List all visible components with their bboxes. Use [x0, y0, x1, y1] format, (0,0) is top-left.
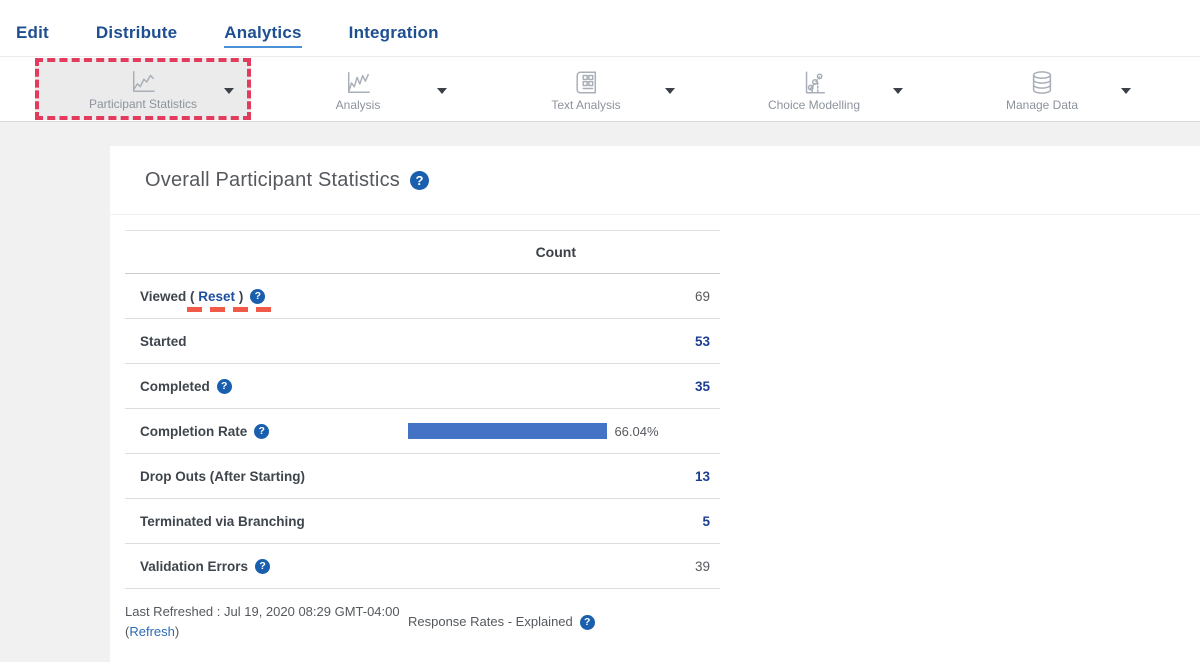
card-header: Overall Participant Statistics ? [110, 146, 1200, 215]
row-value: 13 [695, 469, 710, 484]
table-row: Validation Errors? 39 [125, 544, 720, 589]
help-icon[interactable]: ? [250, 289, 265, 304]
row-label: Drop Outs (After Starting) [140, 469, 305, 484]
toolbar-item-manage-data[interactable]: Manage Data [937, 60, 1147, 119]
table-row: Completion Rate? 66.04% [125, 409, 720, 454]
toolbar-item-label: Participant Statistics [89, 97, 197, 111]
row-label: Completion Rate? [140, 424, 269, 439]
response-rates-explained: Response Rates - Explained ? [408, 602, 595, 642]
document-grid-icon [573, 68, 599, 96]
chevron-down-icon[interactable] [224, 88, 234, 94]
toolbar-item-analysis[interactable]: Analysis [253, 60, 463, 119]
completion-rate-value: 66.04% [614, 424, 658, 439]
help-icon[interactable]: ? [217, 379, 232, 394]
table-row: Viewed ( Reset )? 69 [125, 274, 720, 319]
nav-item-distribute[interactable]: Distribute [96, 23, 177, 48]
toolbar-item-label: Choice Modelling [768, 98, 860, 112]
row-label: Started [140, 334, 187, 349]
toolbar-item-choice-modelling[interactable]: Choice Modelling [709, 60, 919, 119]
reset-link[interactable]: Reset [198, 289, 235, 304]
toolbar-item-label: Analysis [336, 98, 381, 112]
row-label: Completed? [140, 379, 232, 394]
analytics-toolbar: Participant Statistics Analysis Text An [0, 56, 1200, 122]
stats-table: Count Viewed ( Reset )? 69 Started 53 Comple… [125, 230, 720, 642]
help-icon[interactable]: ? [410, 171, 429, 190]
refresh-link[interactable]: Refresh [129, 624, 175, 639]
page-background: Overall Participant Statistics ? Count V… [0, 122, 1200, 662]
count-column-header: Count [536, 244, 576, 260]
completion-rate-bar-fill [408, 423, 607, 439]
table-header-row: Count [125, 230, 720, 274]
response-rates-label: Response Rates - Explained [408, 612, 573, 632]
chevron-down-icon[interactable] [1121, 88, 1131, 94]
top-nav: Edit Distribute Analytics Integration [0, 0, 1200, 56]
stats-table-body: Viewed ( Reset )? 69 Started 53 Completed? 35… [125, 274, 720, 589]
nav-item-analytics[interactable]: Analytics [224, 23, 301, 48]
toolbar-item-participant-statistics[interactable]: Participant Statistics [35, 58, 251, 120]
nav-item-integration[interactable]: Integration [349, 23, 439, 48]
row-value: 39 [695, 559, 710, 574]
completion-rate-bar: 66.04% [408, 423, 659, 439]
toolbar-item-text-analysis[interactable]: Text Analysis [481, 60, 691, 119]
table-row: Drop Outs (After Starting) 13 [125, 454, 720, 499]
help-icon[interactable]: ? [255, 559, 270, 574]
chevron-down-icon[interactable] [893, 88, 903, 94]
row-value: 69 [695, 289, 710, 304]
row-label: Terminated via Branching [140, 514, 305, 529]
row-label: Viewed ( Reset )? [140, 289, 265, 304]
table-row: Started 53 [125, 319, 720, 364]
page-title: Overall Participant Statistics [145, 169, 400, 192]
toolbar-item-label: Text Analysis [551, 98, 620, 112]
help-icon[interactable]: ? [254, 424, 269, 439]
database-icon [1028, 68, 1056, 96]
line-chart-icon [128, 67, 158, 95]
table-footer: Last Refreshed : Jul 19, 2020 08:29 GMT-… [125, 589, 720, 642]
table-row: Terminated via Branching 5 [125, 499, 720, 544]
row-value: 35 [695, 379, 710, 394]
toolbar-item-label: Manage Data [1006, 98, 1078, 112]
table-row: Completed? 35 [125, 364, 720, 409]
trend-chart-icon [343, 68, 373, 96]
content-card: Overall Participant Statistics ? Count V… [110, 146, 1200, 662]
last-refreshed-suffix: ) [175, 624, 179, 639]
scatter-trend-icon [800, 68, 828, 96]
red-dashed-underline [187, 307, 271, 312]
nav-item-edit[interactable]: Edit [16, 23, 49, 48]
chevron-down-icon[interactable] [437, 88, 447, 94]
row-label: Validation Errors? [140, 559, 270, 574]
chevron-down-icon[interactable] [665, 88, 675, 94]
last-refreshed-text: Last Refreshed : Jul 19, 2020 08:29 GMT-… [125, 602, 408, 642]
row-value: 5 [702, 514, 710, 529]
help-icon[interactable]: ? [580, 615, 595, 630]
row-value: 53 [695, 334, 710, 349]
